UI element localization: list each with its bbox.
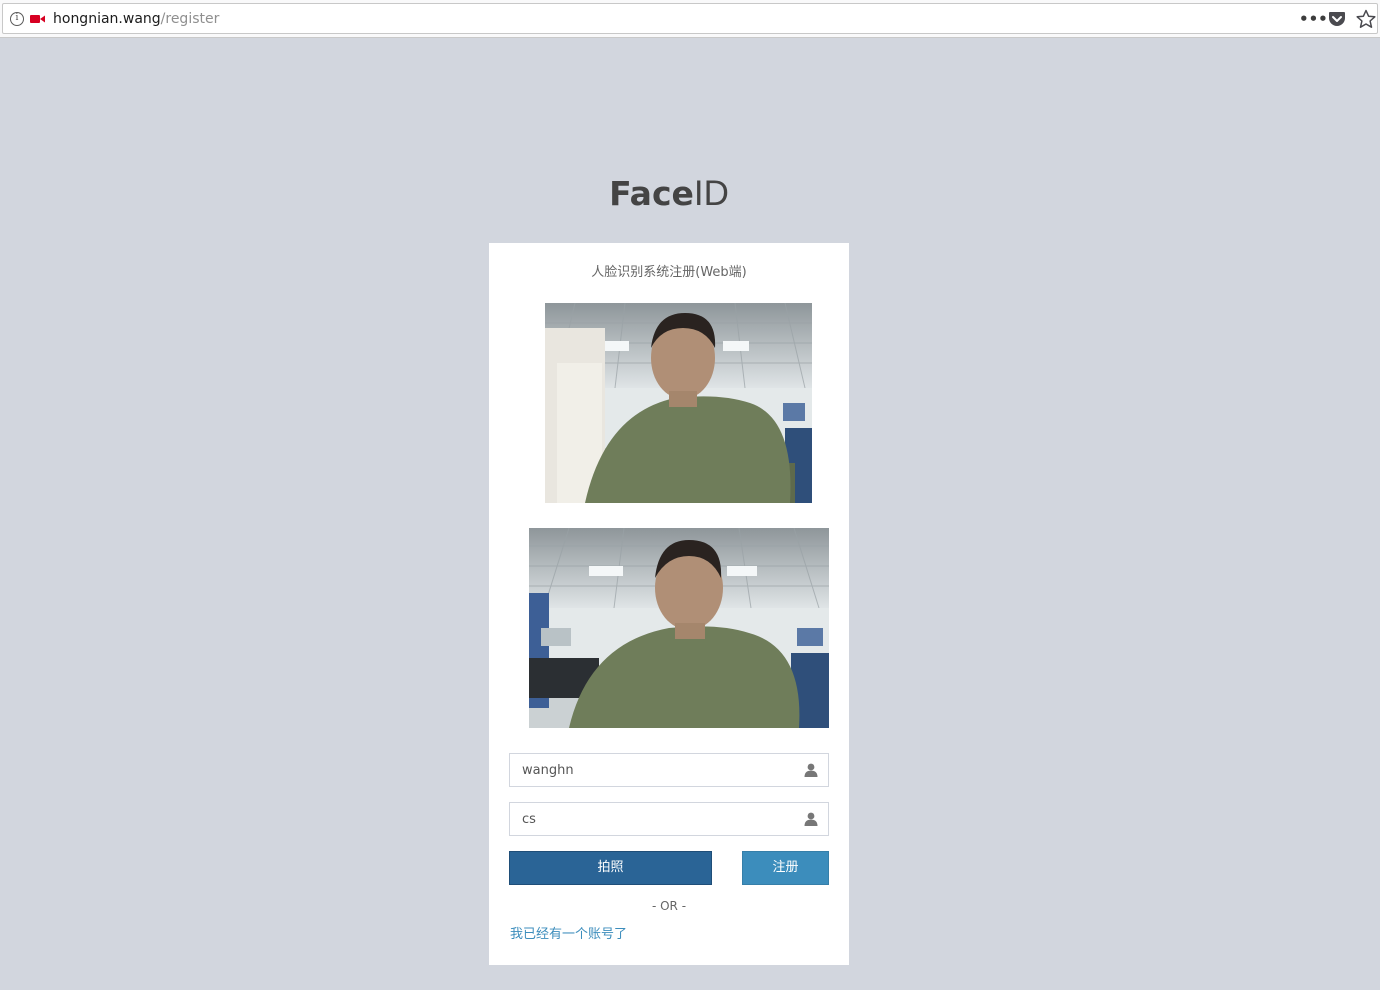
- group-field[interactable]: [509, 802, 829, 836]
- camera-icon[interactable]: [30, 14, 45, 24]
- address-bar[interactable]: i hongnian.wang/register •••: [2, 3, 1378, 34]
- pocket-icon[interactable]: [1328, 10, 1346, 28]
- bookmark-star-icon[interactable]: [1356, 9, 1376, 29]
- user-icon: [804, 812, 818, 826]
- existing-account-link[interactable]: 我已经有一个账号了: [510, 925, 627, 945]
- info-icon[interactable]: i: [10, 12, 24, 26]
- register-card: 人脸识别系统注册(Web端) wanghn cs 拍照 注册 - OR - 我已…: [489, 243, 849, 965]
- more-icon[interactable]: •••: [1299, 10, 1328, 30]
- faceid-logo[interactable]: FaceID: [0, 172, 1338, 216]
- or-divider: - OR -: [651, 899, 687, 913]
- username-input[interactable]: [510, 754, 790, 786]
- card-title: 人脸识别系统注册(Web端): [591, 265, 747, 280]
- captured-photo: [529, 528, 829, 728]
- user-icon: [804, 763, 818, 777]
- logo-light: ID: [693, 174, 729, 213]
- url-text[interactable]: hongnian.wang/register: [53, 10, 219, 28]
- camera-preview: [545, 303, 812, 503]
- browser-toolbar: i hongnian.wang/register •••: [0, 0, 1380, 38]
- url-host: hongnian.wang: [53, 11, 161, 27]
- group-input[interactable]: [510, 803, 790, 835]
- logo-bold: Face: [609, 174, 694, 213]
- take-photo-button[interactable]: 拍照: [509, 851, 712, 885]
- username-field[interactable]: [509, 753, 829, 787]
- register-button[interactable]: 注册: [742, 851, 829, 885]
- url-path: /register: [160, 11, 220, 27]
